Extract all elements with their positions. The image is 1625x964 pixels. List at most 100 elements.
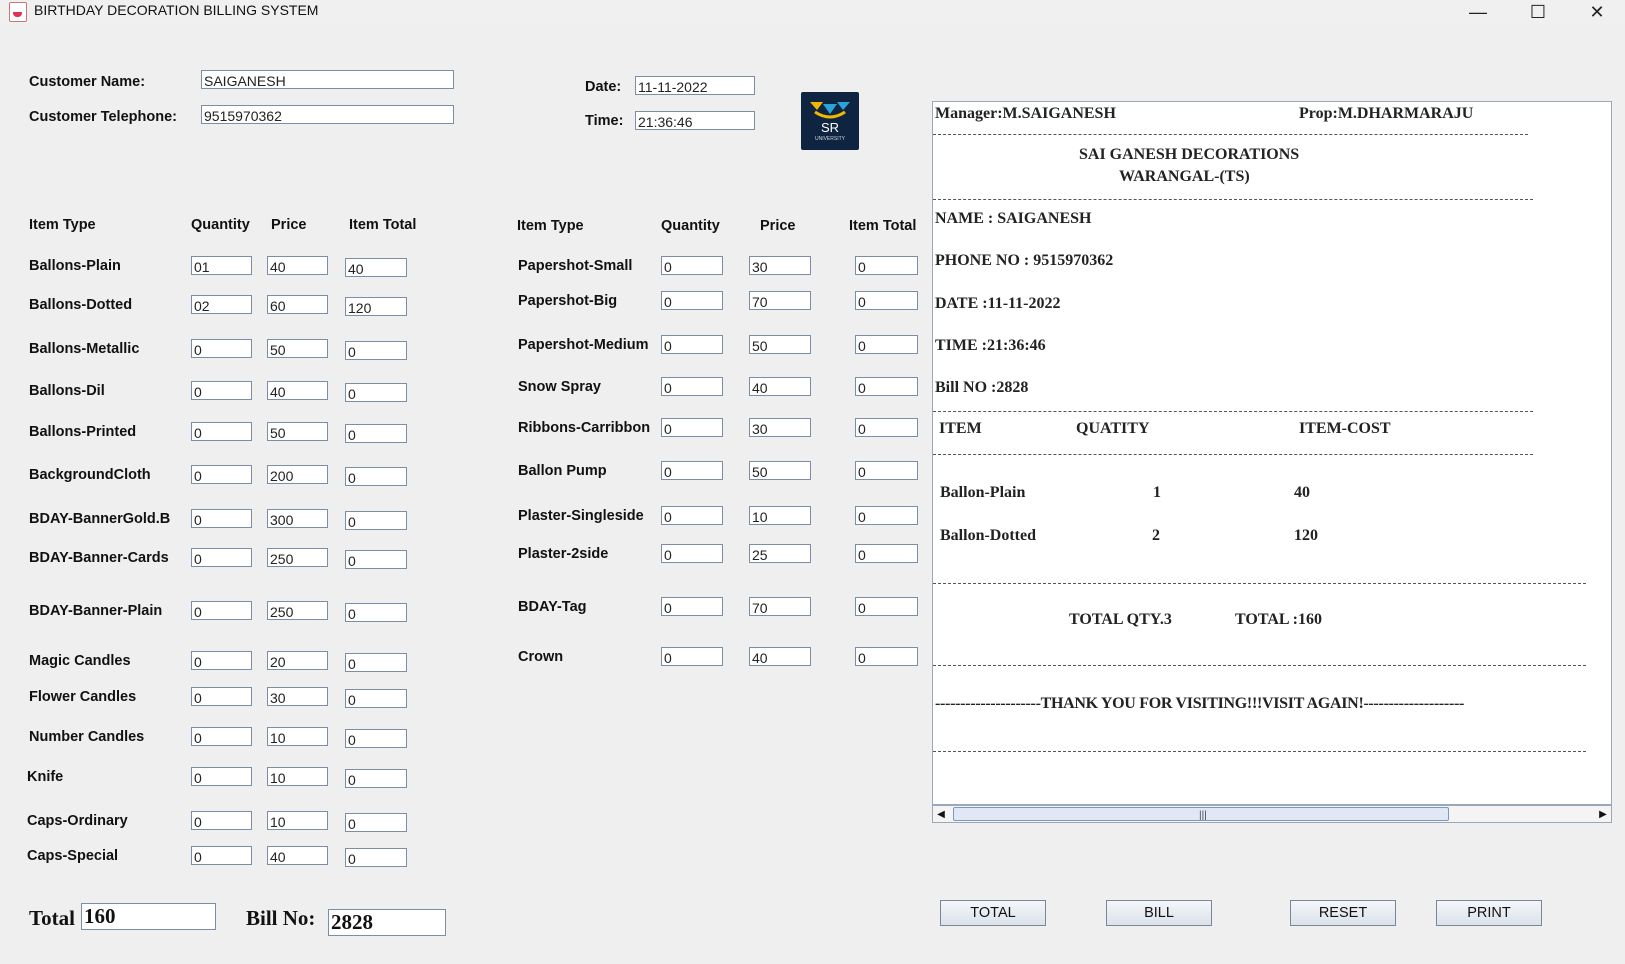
item-total-field[interactable]: 0 bbox=[855, 377, 918, 396]
item-total-field[interactable]: 0 bbox=[855, 256, 918, 275]
quantity-field[interactable]: 0 bbox=[661, 647, 723, 666]
price-field[interactable]: 30 bbox=[749, 418, 811, 437]
price-field[interactable]: 40 bbox=[749, 377, 811, 396]
bill-receipt-area[interactable]: Manager:M.SAIGANESH Prop:M.DHARMARAJU SA… bbox=[932, 101, 1612, 805]
quantity-field[interactable]: 02 bbox=[191, 295, 252, 314]
scroll-thumb[interactable]: ||| bbox=[953, 807, 1449, 821]
price-field[interactable]: 70 bbox=[749, 597, 811, 616]
price-field[interactable]: 40 bbox=[267, 846, 328, 865]
item-total-field[interactable]: 0 bbox=[855, 647, 918, 666]
item-total-field[interactable]: 0 bbox=[345, 653, 407, 672]
price-field[interactable]: 10 bbox=[749, 506, 811, 525]
quantity-field[interactable]: 0 bbox=[191, 846, 252, 865]
bill-thank-you: ---------------------THANK YOU FOR VISIT… bbox=[935, 695, 1465, 712]
quantity-field[interactable]: 0 bbox=[661, 256, 723, 275]
quantity-field[interactable]: 0 bbox=[191, 601, 252, 620]
price-field[interactable]: 40 bbox=[749, 647, 811, 666]
quantity-field[interactable]: 0 bbox=[191, 381, 252, 400]
item-total-field[interactable]: 0 bbox=[345, 769, 407, 788]
bill-divider bbox=[933, 199, 1533, 200]
price-field[interactable]: 40 bbox=[267, 381, 328, 400]
quantity-field[interactable]: 0 bbox=[661, 597, 723, 616]
item-total-field[interactable]: 0 bbox=[345, 341, 407, 360]
time-field[interactable]: 21:36:46 bbox=[635, 111, 755, 130]
price-field[interactable]: 50 bbox=[267, 339, 328, 358]
item-total-field[interactable]: 0 bbox=[345, 603, 407, 622]
price-field[interactable]: 50 bbox=[749, 335, 811, 354]
quantity-field[interactable]: 0 bbox=[661, 335, 723, 354]
price-field[interactable]: 20 bbox=[267, 651, 328, 670]
customer-name-field[interactable]: SAIGANESH bbox=[201, 70, 454, 89]
bill-manager: Manager:M.SAIGANESH bbox=[935, 105, 1116, 122]
quantity-field[interactable]: 0 bbox=[191, 465, 252, 484]
scroll-left-arrow-icon[interactable]: ◀ bbox=[933, 806, 949, 822]
price-field[interactable]: 300 bbox=[267, 509, 328, 528]
close-button[interactable]: ✕ bbox=[1574, 0, 1620, 24]
quantity-field[interactable]: 0 bbox=[191, 339, 252, 358]
quantity-field[interactable]: 0 bbox=[661, 544, 723, 563]
item-total-field[interactable]: 0 bbox=[855, 291, 918, 310]
item-total-field[interactable]: 40 bbox=[345, 258, 407, 277]
quantity-field[interactable]: 0 bbox=[661, 377, 723, 396]
price-field[interactable]: 250 bbox=[267, 601, 328, 620]
date-field[interactable]: 11-11-2022 bbox=[635, 76, 755, 95]
item-total-field[interactable]: 0 bbox=[345, 729, 407, 748]
right-header-item-type: Item Type bbox=[517, 218, 584, 234]
quantity-field[interactable]: 0 bbox=[191, 687, 252, 706]
item-total-field[interactable]: 0 bbox=[345, 689, 407, 708]
price-field[interactable]: 30 bbox=[749, 256, 811, 275]
quantity-field[interactable]: 01 bbox=[191, 256, 252, 275]
quantity-field[interactable]: 0 bbox=[191, 811, 252, 830]
price-field[interactable]: 200 bbox=[267, 465, 328, 484]
item-total-field[interactable]: 0 bbox=[345, 383, 407, 402]
quantity-field[interactable]: 0 bbox=[661, 506, 723, 525]
price-field[interactable]: 30 bbox=[267, 687, 328, 706]
item-total-field[interactable]: 0 bbox=[345, 467, 407, 486]
quantity-field[interactable]: 0 bbox=[191, 651, 252, 670]
item-total-field[interactable]: 0 bbox=[855, 544, 918, 563]
item-total-field[interactable]: 0 bbox=[345, 550, 407, 569]
price-field[interactable]: 50 bbox=[749, 461, 811, 480]
price-field[interactable]: 250 bbox=[267, 548, 328, 567]
total-field[interactable]: 160 bbox=[81, 903, 216, 930]
item-total-field[interactable]: 0 bbox=[345, 848, 407, 867]
quantity-field[interactable]: 0 bbox=[661, 291, 723, 310]
quantity-field[interactable]: 0 bbox=[191, 727, 252, 746]
item-total-field[interactable]: 0 bbox=[855, 335, 918, 354]
price-field[interactable]: 10 bbox=[267, 811, 328, 830]
scroll-right-arrow-icon[interactable]: ▶ bbox=[1595, 806, 1611, 822]
quantity-field[interactable]: 0 bbox=[661, 461, 723, 480]
quantity-field[interactable]: 0 bbox=[191, 767, 252, 786]
quantity-field[interactable]: 0 bbox=[191, 422, 252, 441]
minimize-button[interactable]: — bbox=[1455, 0, 1501, 24]
item-name-label: Flower Candles bbox=[29, 689, 137, 705]
item-total-field[interactable]: 0 bbox=[855, 506, 918, 525]
item-total-field[interactable]: 0 bbox=[855, 597, 918, 616]
price-field[interactable]: 25 bbox=[749, 544, 811, 563]
maximize-button[interactable]: ☐ bbox=[1515, 0, 1561, 24]
reset-button[interactable]: RESET bbox=[1290, 900, 1396, 926]
quantity-field[interactable]: 0 bbox=[191, 509, 252, 528]
item-total-field[interactable]: 120 bbox=[345, 297, 407, 316]
price-field[interactable]: 10 bbox=[267, 767, 328, 786]
print-button[interactable]: PRINT bbox=[1436, 900, 1542, 926]
price-field[interactable]: 60 bbox=[267, 295, 328, 314]
bill-divider bbox=[933, 134, 1528, 135]
total-button[interactable]: TOTAL bbox=[940, 900, 1046, 926]
item-total-field[interactable]: 0 bbox=[855, 461, 918, 480]
price-field[interactable]: 70 bbox=[749, 291, 811, 310]
customer-phone-field[interactable]: 9515970362 bbox=[201, 105, 454, 124]
price-field[interactable]: 10 bbox=[267, 727, 328, 746]
bill-button[interactable]: BILL bbox=[1106, 900, 1212, 926]
item-total-field[interactable]: 0 bbox=[345, 511, 407, 530]
item-name-label: Plaster-2side bbox=[518, 546, 609, 562]
price-field[interactable]: 50 bbox=[267, 422, 328, 441]
item-total-field[interactable]: 0 bbox=[855, 418, 918, 437]
bill-horizontal-scrollbar[interactable]: ◀ ||| ▶ bbox=[932, 805, 1612, 823]
item-total-field[interactable]: 0 bbox=[345, 813, 407, 832]
quantity-field[interactable]: 0 bbox=[191, 548, 252, 567]
price-field[interactable]: 40 bbox=[267, 256, 328, 275]
item-total-field[interactable]: 0 bbox=[345, 424, 407, 443]
bill-no-field[interactable]: 2828 bbox=[328, 909, 446, 936]
quantity-field[interactable]: 0 bbox=[661, 418, 723, 437]
